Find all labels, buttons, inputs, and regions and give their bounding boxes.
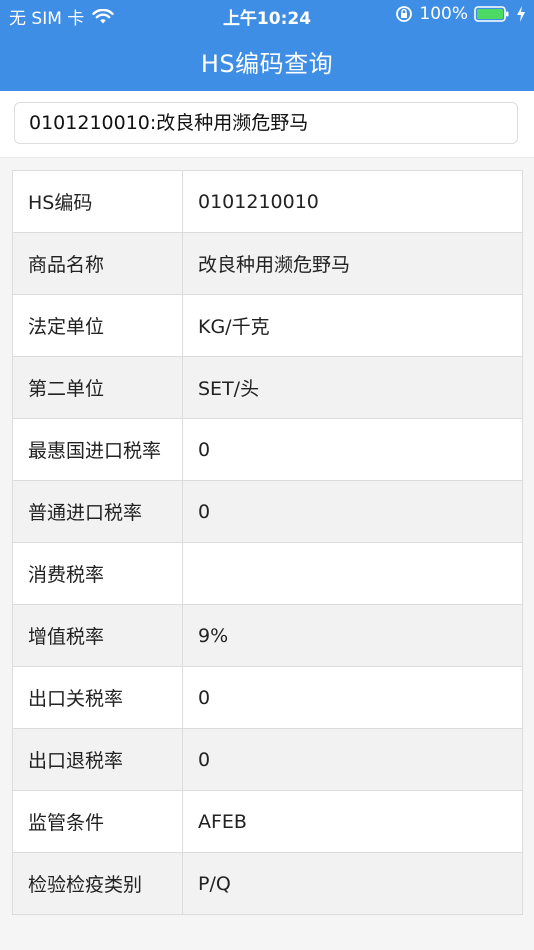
charging-bolt-icon: [516, 6, 526, 22]
battery-icon: [474, 5, 510, 23]
table-row: 商品名称 改良种用濒危野马: [13, 233, 523, 295]
row-value: KG/千克: [183, 295, 523, 356]
table-row: 消费税率: [13, 543, 523, 605]
page-title: HS编码查询: [200, 50, 334, 78]
row-value: 0101210010: [183, 171, 523, 232]
row-label: 最惠国进口税率: [13, 419, 183, 480]
app-header: 无 SIM 卡 上午10:24 100% HS编码查询: [0, 0, 534, 91]
row-label: 增值税率: [13, 605, 183, 666]
row-label: 消费税率: [13, 543, 183, 604]
row-value: [183, 543, 523, 604]
table-row: 增值税率 9%: [13, 605, 523, 667]
row-value: P/Q: [183, 853, 523, 914]
table-row: 检验检疫类别 P/Q: [13, 853, 523, 915]
row-label: 监管条件: [13, 791, 183, 852]
row-value: 0: [183, 419, 523, 480]
status-right: 100%: [395, 4, 526, 24]
table-row: 监管条件 AFEB: [13, 791, 523, 853]
row-value: 9%: [183, 605, 523, 666]
status-bar: 无 SIM 卡 上午10:24 100%: [0, 0, 534, 30]
rotation-lock-icon: [395, 5, 413, 23]
detail-table: HS编码 0101210010 商品名称 改良种用濒危野马 法定单位 KG/千克 第二单位 S…: [12, 170, 523, 915]
row-label: 法定单位: [13, 295, 183, 356]
row-value: 改良种用濒危野马: [183, 233, 523, 294]
row-label: 商品名称: [13, 233, 183, 294]
row-label: 第二单位: [13, 357, 183, 418]
row-label: 普通进口税率: [13, 481, 183, 542]
row-value: AFEB: [183, 791, 523, 852]
row-value: 0: [183, 667, 523, 728]
table-row: 第二单位 SET/头: [13, 357, 523, 419]
battery-percent: 100%: [419, 4, 468, 24]
row-label: 出口退税率: [13, 729, 183, 790]
search-input[interactable]: 0101210010:改良种用濒危野马: [14, 102, 518, 144]
table-row: 法定单位 KG/千克: [13, 295, 523, 357]
table-row: 出口退税率 0: [13, 729, 523, 791]
table-row: 出口关税率 0: [13, 667, 523, 729]
row-value: 0: [183, 481, 523, 542]
table-row: HS编码 0101210010: [13, 171, 523, 233]
row-label: 出口关税率: [13, 667, 183, 728]
row-label: HS编码: [13, 171, 183, 232]
table-row: 最惠国进口税率 0: [13, 419, 523, 481]
row-label: 检验检疫类别: [13, 853, 183, 914]
table-row: 普通进口税率 0: [13, 481, 523, 543]
row-value: 0: [183, 729, 523, 790]
row-value: SET/头: [183, 357, 523, 418]
search-area: 0101210010:改良种用濒危野马: [0, 91, 534, 158]
